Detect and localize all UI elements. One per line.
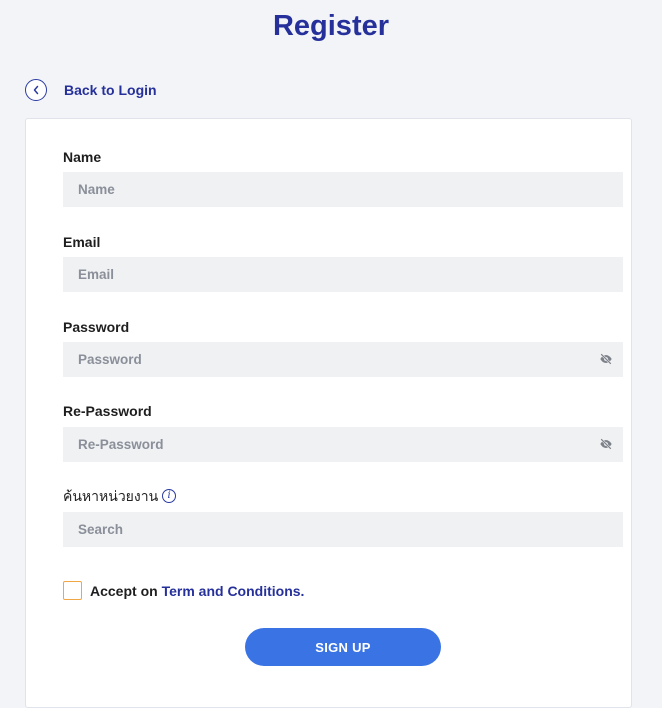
name-label: Name [63,149,102,165]
email-placeholder: Email [78,267,115,282]
terms-link[interactable]: Term and Conditions. [162,583,305,599]
terms-row: Accept on Term and Conditions. [63,581,304,600]
password-input[interactable]: Password [63,342,623,377]
back-to-login-label[interactable]: Back to Login [64,82,157,98]
name-input[interactable]: Name [63,172,623,207]
email-input[interactable]: Email [63,257,623,292]
terms-checkbox[interactable] [63,581,82,600]
password-placeholder: Password [78,352,142,367]
terms-text: Accept on Term and Conditions. [90,583,304,599]
repassword-placeholder: Re-Password [78,437,164,452]
repassword-input[interactable]: Re-Password [63,427,623,462]
sign-up-button[interactable]: SIGN UP [245,628,441,666]
name-placeholder: Name [78,182,115,197]
chevron-left-icon[interactable] [25,79,47,101]
page-title: Register [272,10,390,42]
department-search-input[interactable]: Search [63,512,623,547]
email-label: Email [63,234,101,250]
register-form-card: Name Name Email Email Password Password … [25,118,632,708]
eye-off-icon[interactable] [599,352,613,366]
back-to-login-link[interactable]: Back to Login [25,79,157,101]
repassword-label: Re-Password [63,403,152,419]
terms-prefix: Accept on [90,582,158,599]
department-search-placeholder: Search [78,522,124,537]
info-icon[interactable]: i [162,489,177,503]
department-search-label: ค้นหาหน่วยงาน i [63,487,177,505]
eye-off-icon[interactable] [599,437,613,451]
department-search-label-text: ค้นหาหน่วยงาน [63,488,159,504]
password-label: Password [63,319,130,335]
